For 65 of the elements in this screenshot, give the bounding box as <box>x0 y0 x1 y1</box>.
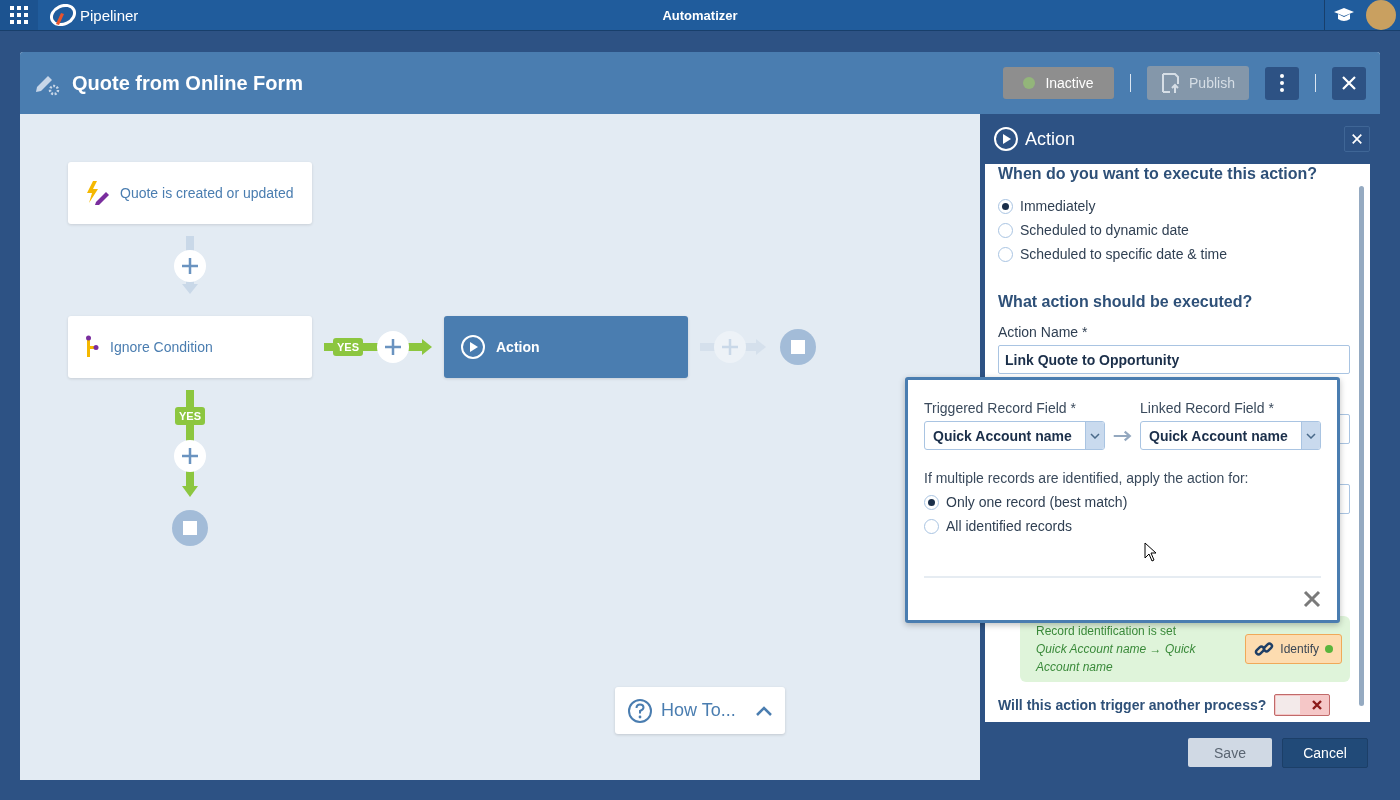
identification-mapping: Quick Account name → Quick Account name <box>1036 641 1197 676</box>
play-icon <box>460 334 486 360</box>
scrollbar[interactable] <box>1359 186 1364 706</box>
toggle-switch[interactable] <box>1274 694 1331 716</box>
document-upload-icon <box>1161 72 1182 94</box>
help-icon <box>627 697 653 724</box>
more-icon <box>1280 74 1284 92</box>
more-button[interactable] <box>1265 66 1299 100</box>
end-node <box>780 329 816 365</box>
workflow-node[interactable]: Action <box>444 316 688 378</box>
cursor-icon <box>1144 542 1158 562</box>
section-heading: What action should be executed? <box>998 292 1254 312</box>
field-label: Action Name * <box>998 324 1089 340</box>
cancel-button[interactable]: Cancel <box>1282 738 1368 768</box>
identify-button[interactable]: Identify <box>1245 634 1342 664</box>
panel-title: Action <box>1025 128 1076 150</box>
field-label: Linked Record Field * <box>1140 400 1275 416</box>
radio-option[interactable]: All identified records <box>924 514 1321 538</box>
close-button[interactable] <box>1344 126 1370 152</box>
add-step-button[interactable] <box>377 331 409 363</box>
branch-icon <box>84 335 100 359</box>
add-step-button[interactable] <box>174 250 206 282</box>
status-dot <box>1023 77 1036 89</box>
radio-option[interactable]: Scheduled to dynamic date <box>998 218 1350 242</box>
branch-label: YES <box>333 338 363 356</box>
radio-option[interactable]: Immediately <box>998 194 1350 218</box>
select-field[interactable]: Quick Account name <box>924 421 1105 450</box>
close-icon <box>1303 590 1321 608</box>
workflow-title: Quote from Online Form <box>72 71 304 95</box>
section-heading: Will this action trigger another process? <box>998 696 1267 715</box>
end-node <box>172 510 208 546</box>
chevron-up-icon <box>755 704 773 717</box>
grid-icon <box>9 5 29 25</box>
apps-menu-button[interactable] <box>0 0 38 30</box>
radio-option[interactable]: Scheduled to specific date & time <box>998 242 1350 266</box>
field-label: Triggered Record Field * <box>924 400 1077 416</box>
graduation-cap-icon <box>1332 7 1355 23</box>
add-step-button[interactable] <box>174 440 206 472</box>
branch-label: YES <box>175 407 205 425</box>
workflow-node[interactable]: Ignore Condition <box>68 316 312 378</box>
question-text: If multiple records are identified, apply the action for: <box>924 470 1250 486</box>
close-icon <box>1351 132 1363 146</box>
radio-option[interactable]: Only one record (best match) <box>924 490 1321 514</box>
lightning-pencil-icon <box>84 180 110 206</box>
how-to-button[interactable]: How To... <box>615 687 785 734</box>
save-button[interactable]: Save <box>1188 738 1272 767</box>
link-icon <box>1254 639 1275 659</box>
app-title: Automatizer <box>662 7 738 23</box>
brand-name: Pipeliner <box>80 6 139 24</box>
workflow-node[interactable]: Quote is created or updated <box>68 162 312 224</box>
user-avatar[interactable] <box>1366 0 1396 30</box>
select-field[interactable]: Quick Account name <box>1140 421 1321 450</box>
action-name-field[interactable]: Link Quote to Opportunity <box>998 345 1350 374</box>
close-button[interactable] <box>1303 590 1321 608</box>
chevron-down-icon <box>1090 432 1100 439</box>
close-icon <box>1341 75 1357 91</box>
logo-icon <box>50 4 76 26</box>
status-dot <box>1325 645 1333 653</box>
close-button[interactable] <box>1332 66 1366 100</box>
x-icon <box>1311 699 1324 711</box>
arrow-icon <box>1113 428 1132 444</box>
section-heading: When do you want to execute this action? <box>998 164 1319 184</box>
identification-status: Record identification is set <box>1036 623 1178 640</box>
play-icon <box>993 126 1019 152</box>
chevron-down-icon <box>1306 432 1316 439</box>
